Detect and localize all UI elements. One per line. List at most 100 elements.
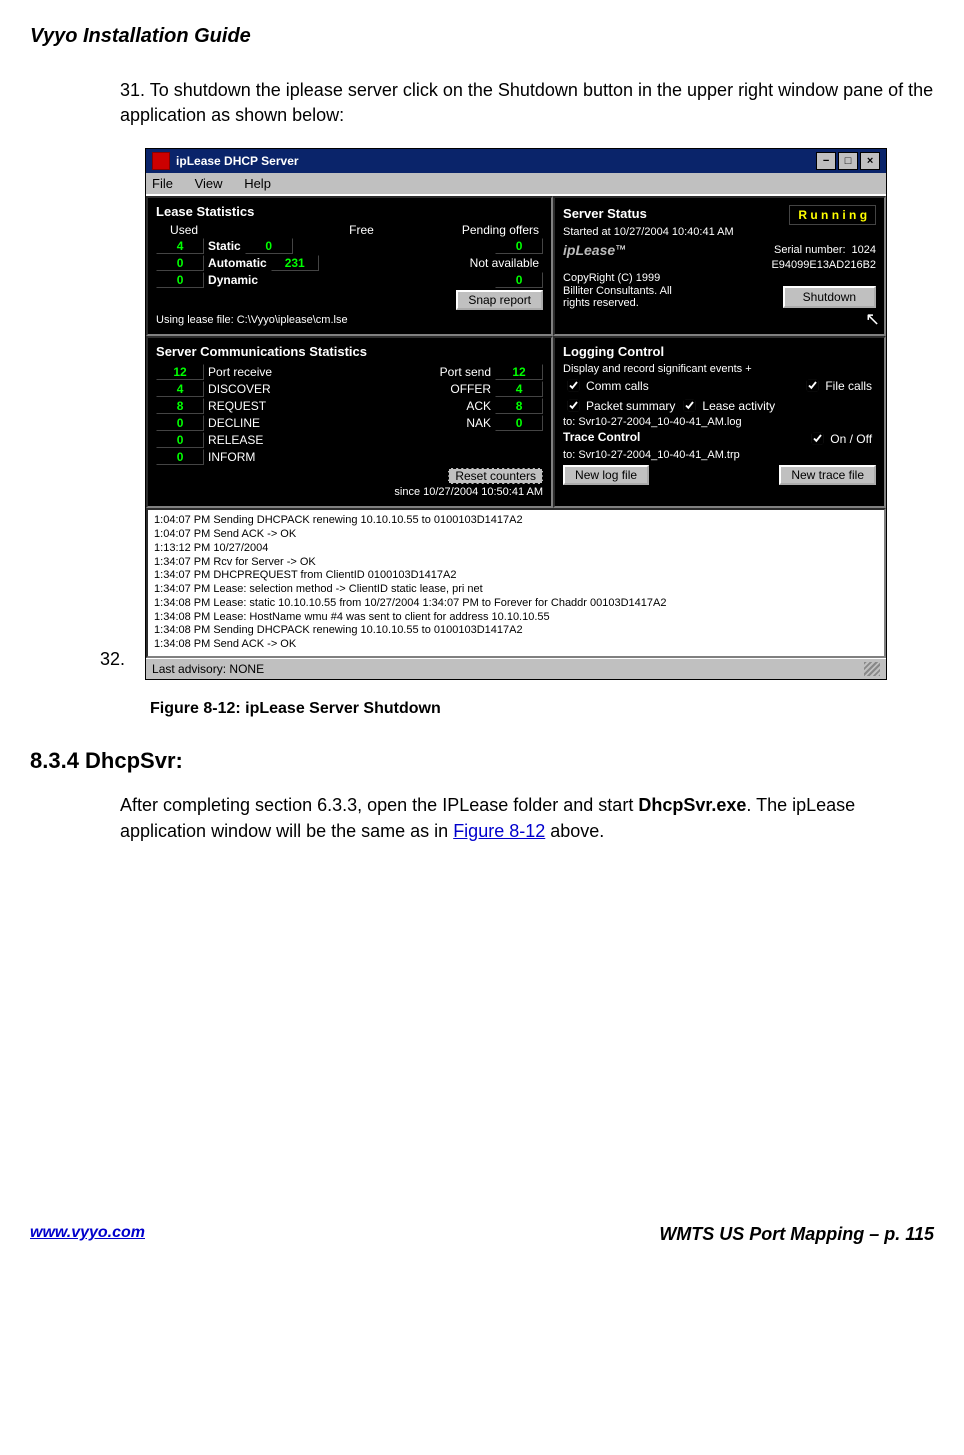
new-trace-file-button[interactable]: New trace file bbox=[779, 465, 876, 485]
new-log-file-button[interactable]: New log file bbox=[563, 465, 649, 485]
menu-bar: File View Help bbox=[146, 173, 886, 194]
started-at: Started at 10/27/2004 10:40:41 AM bbox=[563, 226, 876, 238]
para-bold: DhcpSvr.exe bbox=[638, 795, 746, 815]
trace-onoff-label: On / Off bbox=[830, 432, 872, 446]
comm-left-col: 12Port receive4DISCOVER8REQUEST0DECLINE0… bbox=[156, 363, 350, 466]
packet-summary-checkbox[interactable] bbox=[568, 400, 580, 412]
reset-counters-button[interactable]: Reset counters bbox=[448, 468, 543, 484]
stat-value: 12 bbox=[156, 364, 204, 380]
iplease-logo: ipLease bbox=[563, 242, 615, 258]
copyright-3: rights reserved. bbox=[563, 297, 783, 309]
body-paragraph: After completing section 6.3.3, open the… bbox=[120, 792, 934, 844]
server-status-heading: Server Status bbox=[563, 206, 647, 221]
copyright-1: CopyRight (C) 1999 bbox=[563, 272, 876, 284]
stat-label: RELEASE bbox=[208, 433, 263, 447]
app-icon bbox=[152, 152, 170, 170]
port-value: 1024 bbox=[852, 244, 876, 256]
window-title: ipLease DHCP Server bbox=[176, 154, 299, 168]
static-used-value: 4 bbox=[156, 238, 204, 254]
used-label: Used bbox=[170, 223, 198, 237]
log-line: 1:04:07 PM Send ACK -> OK bbox=[154, 528, 878, 542]
auto-used-value: 0 bbox=[156, 255, 204, 271]
minimize-button[interactable]: − bbox=[816, 152, 836, 170]
resize-grip-icon[interactable] bbox=[864, 662, 880, 676]
not-available-value: 0 bbox=[495, 272, 543, 288]
auto-free-value: 231 bbox=[271, 255, 319, 271]
menu-help[interactable]: Help bbox=[244, 176, 271, 191]
lease-activity-checkbox[interactable] bbox=[684, 400, 696, 412]
comm-right-col: Port send12OFFER4ACK8NAK0 bbox=[350, 363, 544, 466]
stat-value: 0 bbox=[156, 432, 204, 448]
free-label: Free bbox=[349, 223, 374, 237]
log-output[interactable]: 1:04:07 PM Sending DHCPACK renewing 10.1… bbox=[146, 508, 886, 658]
stat-label: Port receive bbox=[208, 365, 272, 379]
log-to-path: to: Svr10-27-2004_10-40-41_AM.log bbox=[563, 416, 876, 428]
lease-activity-label: Lease activity bbox=[702, 399, 775, 413]
stat-value: 0 bbox=[156, 415, 204, 431]
stat-value: 8 bbox=[156, 398, 204, 414]
static-label: Static bbox=[208, 239, 241, 253]
comm-stats-heading: Server Communications Statistics bbox=[156, 344, 543, 359]
stat-value: 0 bbox=[495, 415, 543, 431]
lease-statistics-pane: Lease Statistics Used Free Pending offer… bbox=[146, 196, 553, 336]
lease-stats-heading: Lease Statistics bbox=[156, 204, 543, 219]
shutdown-button[interactable]: Shutdown bbox=[783, 286, 876, 308]
since-timestamp: since 10/27/2004 10:50:41 AM bbox=[156, 486, 543, 498]
logging-desc: Display and record significant events + bbox=[563, 363, 876, 375]
log-line: 1:34:08 PM Lease: static 10.10.10.55 fro… bbox=[154, 597, 878, 611]
file-calls-checkbox[interactable] bbox=[807, 380, 819, 392]
pending-value: 0 bbox=[495, 238, 543, 254]
server-status-pane: Server Status R u n n i n g Started at 1… bbox=[553, 196, 886, 336]
trace-control-heading: Trace Control bbox=[563, 430, 640, 444]
log-line: 1:34:07 PM Rcv for Server -> OK bbox=[154, 556, 878, 570]
log-line: 1:34:08 PM Send ACK -> OK bbox=[154, 638, 878, 652]
stat-label: INFORM bbox=[208, 450, 255, 464]
stat-label: REQUEST bbox=[208, 399, 266, 413]
section-heading: 8.3.4 DhcpSvr: bbox=[30, 748, 934, 774]
serial-label: Serial number: bbox=[774, 244, 846, 256]
stat-value: 8 bbox=[495, 398, 543, 414]
serial-value: E94099E13AD216B2 bbox=[771, 259, 876, 271]
trace-to-path: to: Svr10-27-2004_10-40-41_AM.trp bbox=[563, 449, 876, 461]
snap-report-button[interactable]: Snap report bbox=[456, 290, 543, 310]
stat-label: ACK bbox=[466, 399, 491, 413]
doc-title: Vyyo Installation Guide bbox=[30, 25, 934, 48]
static-free-value: 0 bbox=[245, 238, 293, 254]
dynamic-label: Dynamic bbox=[208, 273, 258, 287]
step-31: 31. To shutdown the iplease server click… bbox=[120, 78, 934, 128]
step-32-number: 32. bbox=[100, 649, 125, 680]
log-line: 1:34:07 PM Lease: selection method -> Cl… bbox=[154, 583, 878, 597]
stat-value: 0 bbox=[156, 449, 204, 465]
not-available-label: Not available bbox=[470, 256, 539, 270]
stat-label: DECLINE bbox=[208, 416, 260, 430]
stat-value: 4 bbox=[495, 381, 543, 397]
stat-value: 4 bbox=[156, 381, 204, 397]
window-titlebar[interactable]: ipLease DHCP Server − □ × bbox=[146, 149, 886, 173]
lease-file-path: Using lease file: C:\Vyyo\iplease\cm.lse bbox=[156, 314, 543, 326]
log-line: 1:34:07 PM DHCPREQUEST from ClientID 010… bbox=[154, 569, 878, 583]
footer-page: WMTS US Port Mapping – p. 115 bbox=[659, 1224, 934, 1245]
iplease-window: ipLease DHCP Server − □ × File View Help… bbox=[145, 148, 887, 680]
log-line: 1:04:07 PM Sending DHCPACK renewing 10.1… bbox=[154, 514, 878, 528]
figure-caption: Figure 8-12: ipLease Server Shutdown bbox=[150, 700, 934, 718]
comm-calls-checkbox[interactable] bbox=[568, 380, 580, 392]
stat-label: Port send bbox=[440, 365, 491, 379]
running-status: R u n n i n g bbox=[789, 205, 876, 225]
menu-view[interactable]: View bbox=[195, 176, 223, 191]
close-button[interactable]: × bbox=[860, 152, 880, 170]
log-line: 1:34:08 PM Lease: HostName wmu #4 was se… bbox=[154, 611, 878, 625]
menu-file[interactable]: File bbox=[152, 176, 173, 191]
figure-link[interactable]: Figure 8-12 bbox=[453, 821, 545, 841]
comm-calls-label: Comm calls bbox=[586, 379, 649, 393]
maximize-button[interactable]: □ bbox=[838, 152, 858, 170]
footer-link[interactable]: www.vyyo.com bbox=[30, 1224, 145, 1245]
para-text-a: After completing section 6.3.3, open the… bbox=[120, 795, 638, 815]
log-line: 1:13:12 PM 10/27/2004 bbox=[154, 542, 878, 556]
pending-label: Pending offers bbox=[462, 223, 539, 237]
log-line: 1:34:08 PM Sending DHCPACK renewing 10.1… bbox=[154, 624, 878, 638]
automatic-label: Automatic bbox=[208, 256, 267, 270]
copyright-2: Billiter Consultants. All bbox=[563, 285, 783, 297]
cursor-icon: ↖ bbox=[865, 309, 880, 330]
para-text-d: above. bbox=[545, 821, 604, 841]
trace-onoff-checkbox[interactable] bbox=[812, 433, 824, 445]
